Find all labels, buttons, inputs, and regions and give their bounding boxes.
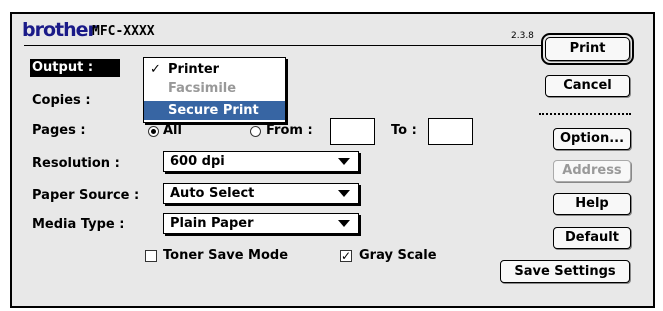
- pages-to-input[interactable]: [428, 118, 473, 145]
- chevron-down-icon: [338, 220, 350, 227]
- printer-model: MFC-XXXX: [92, 24, 155, 39]
- default-button[interactable]: Default: [553, 227, 631, 249]
- option-button[interactable]: Option...: [553, 128, 631, 150]
- menu-item-facsimile: Facsimile: [168, 81, 237, 96]
- menu-item-secure-print[interactable]: Secure Print: [144, 101, 285, 120]
- copies-label: Copies :: [32, 93, 91, 108]
- chevron-down-icon: [338, 190, 350, 197]
- toner-save-checkbox[interactable]: [145, 250, 157, 262]
- resolution-label: Resolution :: [32, 156, 120, 171]
- pages-all-label[interactable]: All: [163, 123, 182, 138]
- save-settings-button[interactable]: Save Settings: [500, 260, 630, 283]
- help-button[interactable]: Help: [553, 193, 631, 215]
- media-type-value: Plain Paper: [170, 216, 254, 231]
- paper-source-value: Auto Select: [170, 186, 255, 201]
- media-type-label: Media Type :: [32, 217, 125, 232]
- toner-save-label[interactable]: Toner Save Mode: [163, 248, 288, 263]
- media-type-select[interactable]: Plain Paper: [163, 213, 359, 234]
- address-button[interactable]: Address: [553, 160, 631, 182]
- paper-source-label: Paper Source :: [32, 188, 140, 203]
- chevron-down-icon: [338, 158, 350, 165]
- checkmark-icon: ✓: [150, 62, 161, 77]
- pages-label: Pages :: [32, 123, 86, 138]
- checkmark-icon: ✓: [341, 249, 352, 263]
- pages-to-label: To :: [391, 123, 417, 138]
- output-label: Output :: [30, 59, 120, 77]
- driver-version: 2.3.8: [511, 31, 534, 41]
- pages-all-radio[interactable]: [148, 126, 159, 137]
- brother-logo: brother: [22, 19, 97, 41]
- resolution-select[interactable]: 600 dpi: [163, 151, 359, 172]
- pages-from-radio[interactable]: [250, 126, 261, 137]
- menu-item-printer[interactable]: ✓ Printer: [144, 60, 285, 79]
- pages-from-label[interactable]: From :: [266, 123, 313, 138]
- gray-scale-checkbox[interactable]: ✓: [340, 250, 352, 262]
- resolution-value: 600 dpi: [170, 154, 225, 169]
- buttons-divider: [539, 113, 631, 115]
- gray-scale-label[interactable]: Gray Scale: [359, 248, 437, 263]
- paper-source-select[interactable]: Auto Select: [163, 183, 359, 204]
- output-popup-menu[interactable]: ✓ Printer Facsimile Secure Print: [143, 57, 286, 123]
- cancel-button[interactable]: Cancel: [545, 75, 630, 97]
- pages-from-input[interactable]: [330, 118, 375, 145]
- print-button[interactable]: Print: [541, 33, 634, 65]
- header-divider: [24, 45, 542, 46]
